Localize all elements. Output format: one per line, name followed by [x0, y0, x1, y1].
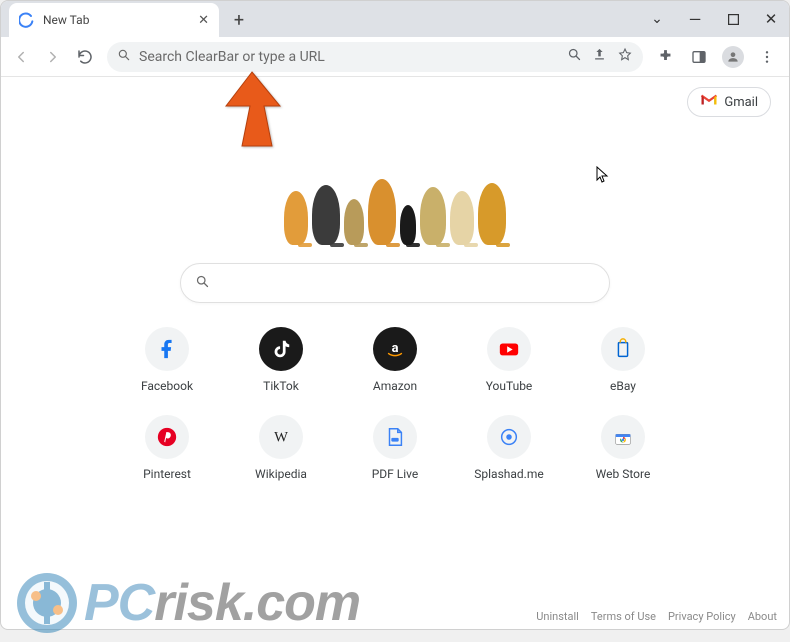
- search-icon: [195, 274, 210, 293]
- forward-button[interactable]: [39, 43, 67, 71]
- shortcut-label: PDF Live: [372, 467, 419, 481]
- tiktok-icon: [259, 327, 303, 371]
- shortcut-splashed[interactable]: Splashad.me: [457, 415, 561, 481]
- window-close-button[interactable]: ✕: [759, 7, 783, 31]
- wikipedia-icon: W: [259, 415, 303, 459]
- shortcut-label: Amazon: [373, 379, 417, 393]
- shortcut-label: Web Store: [596, 467, 651, 481]
- shortcut-pdflive[interactable]: PDF Live: [343, 415, 447, 481]
- search-icon: [117, 48, 131, 66]
- shortcut-youtube[interactable]: YouTube: [457, 327, 561, 393]
- watermark: PCrisk.com: [16, 572, 360, 634]
- new-tab-button[interactable]: +: [225, 6, 253, 34]
- back-button[interactable]: [7, 43, 35, 71]
- tab-close-button[interactable]: ✕: [198, 13, 209, 28]
- shortcut-label: Pinterest: [143, 467, 191, 481]
- svg-text:W: W: [274, 430, 288, 446]
- shortcut-label: Facebook: [141, 379, 193, 393]
- gmail-chip[interactable]: Gmail: [687, 87, 771, 117]
- shortcut-label: YouTube: [486, 379, 533, 393]
- pcrisk-logo-icon: [16, 572, 78, 634]
- shortcut-label: Wikipedia: [255, 467, 307, 481]
- omnibox-placeholder: Search ClearBar or type a URL: [139, 49, 559, 65]
- omnibox[interactable]: Search ClearBar or type a URL: [107, 42, 643, 72]
- shortcut-wikipedia[interactable]: W Wikipedia: [229, 415, 333, 481]
- shortcuts-grid: Facebook TikTok a Amazon YouTube: [115, 327, 675, 481]
- ebay-icon: [601, 327, 645, 371]
- kebab-menu-button[interactable]: [753, 43, 781, 71]
- footer-uninstall-link[interactable]: Uninstall: [536, 610, 579, 623]
- footer-about-link[interactable]: About: [748, 610, 777, 623]
- clearbar-favicon-icon: [19, 12, 35, 28]
- tab-new-tab[interactable]: New Tab ✕: [9, 3, 219, 37]
- chevron-down-icon[interactable]: ⌄: [645, 7, 669, 31]
- svg-text:a: a: [392, 341, 399, 356]
- browser-window: ⌄ — ✕ New Tab ✕ + Se: [0, 0, 790, 630]
- amazon-icon: a: [373, 327, 417, 371]
- facebook-icon: [145, 327, 189, 371]
- footer-terms-link[interactable]: Terms of Use: [591, 610, 656, 623]
- shortcut-ebay[interactable]: eBay: [571, 327, 675, 393]
- sidepanel-button[interactable]: [685, 43, 713, 71]
- footer-privacy-link[interactable]: Privacy Policy: [668, 610, 736, 623]
- shortcut-pinterest[interactable]: Pinterest: [115, 415, 219, 481]
- window-maximize-button[interactable]: [721, 7, 745, 31]
- footer: Uninstall Terms of Use Privacy Policy Ab…: [536, 610, 777, 623]
- shortcut-facebook[interactable]: Facebook: [115, 327, 219, 393]
- profile-button[interactable]: [719, 43, 747, 71]
- shortcut-tiktok[interactable]: TikTok: [229, 327, 333, 393]
- doodle-image: [265, 155, 525, 245]
- page-search-input[interactable]: [180, 263, 610, 303]
- shortcut-label: TikTok: [263, 379, 299, 393]
- reload-button[interactable]: [71, 43, 99, 71]
- extensions-button[interactable]: [651, 43, 679, 71]
- toolbar: Search ClearBar or type a URL: [1, 37, 789, 77]
- watermark-text: PCrisk.com: [84, 573, 360, 633]
- shortcut-webstore[interactable]: Web Store: [571, 415, 675, 481]
- tab-title: New Tab: [43, 13, 190, 27]
- shortcut-label: eBay: [610, 379, 636, 393]
- youtube-icon: [487, 327, 531, 371]
- window-controls: ⌄ — ✕: [645, 7, 783, 31]
- shortcut-label: Splashad.me: [474, 467, 543, 481]
- pdflive-icon: [373, 415, 417, 459]
- bookmark-star-icon[interactable]: [617, 47, 633, 67]
- avatar-icon: [722, 46, 744, 68]
- gmail-label: Gmail: [724, 95, 758, 110]
- gmail-icon: [700, 93, 718, 111]
- webstore-icon: [601, 415, 645, 459]
- shortcut-amazon[interactable]: a Amazon: [343, 327, 447, 393]
- share-icon[interactable]: [592, 47, 607, 66]
- new-tab-content: Facebook TikTok a Amazon YouTube: [1, 155, 789, 481]
- lens-icon[interactable]: [567, 47, 582, 66]
- pinterest-icon: [145, 415, 189, 459]
- top-right-area: Gmail: [1, 77, 789, 117]
- window-minimize-button[interactable]: —: [683, 7, 707, 31]
- splashed-icon: [487, 415, 531, 459]
